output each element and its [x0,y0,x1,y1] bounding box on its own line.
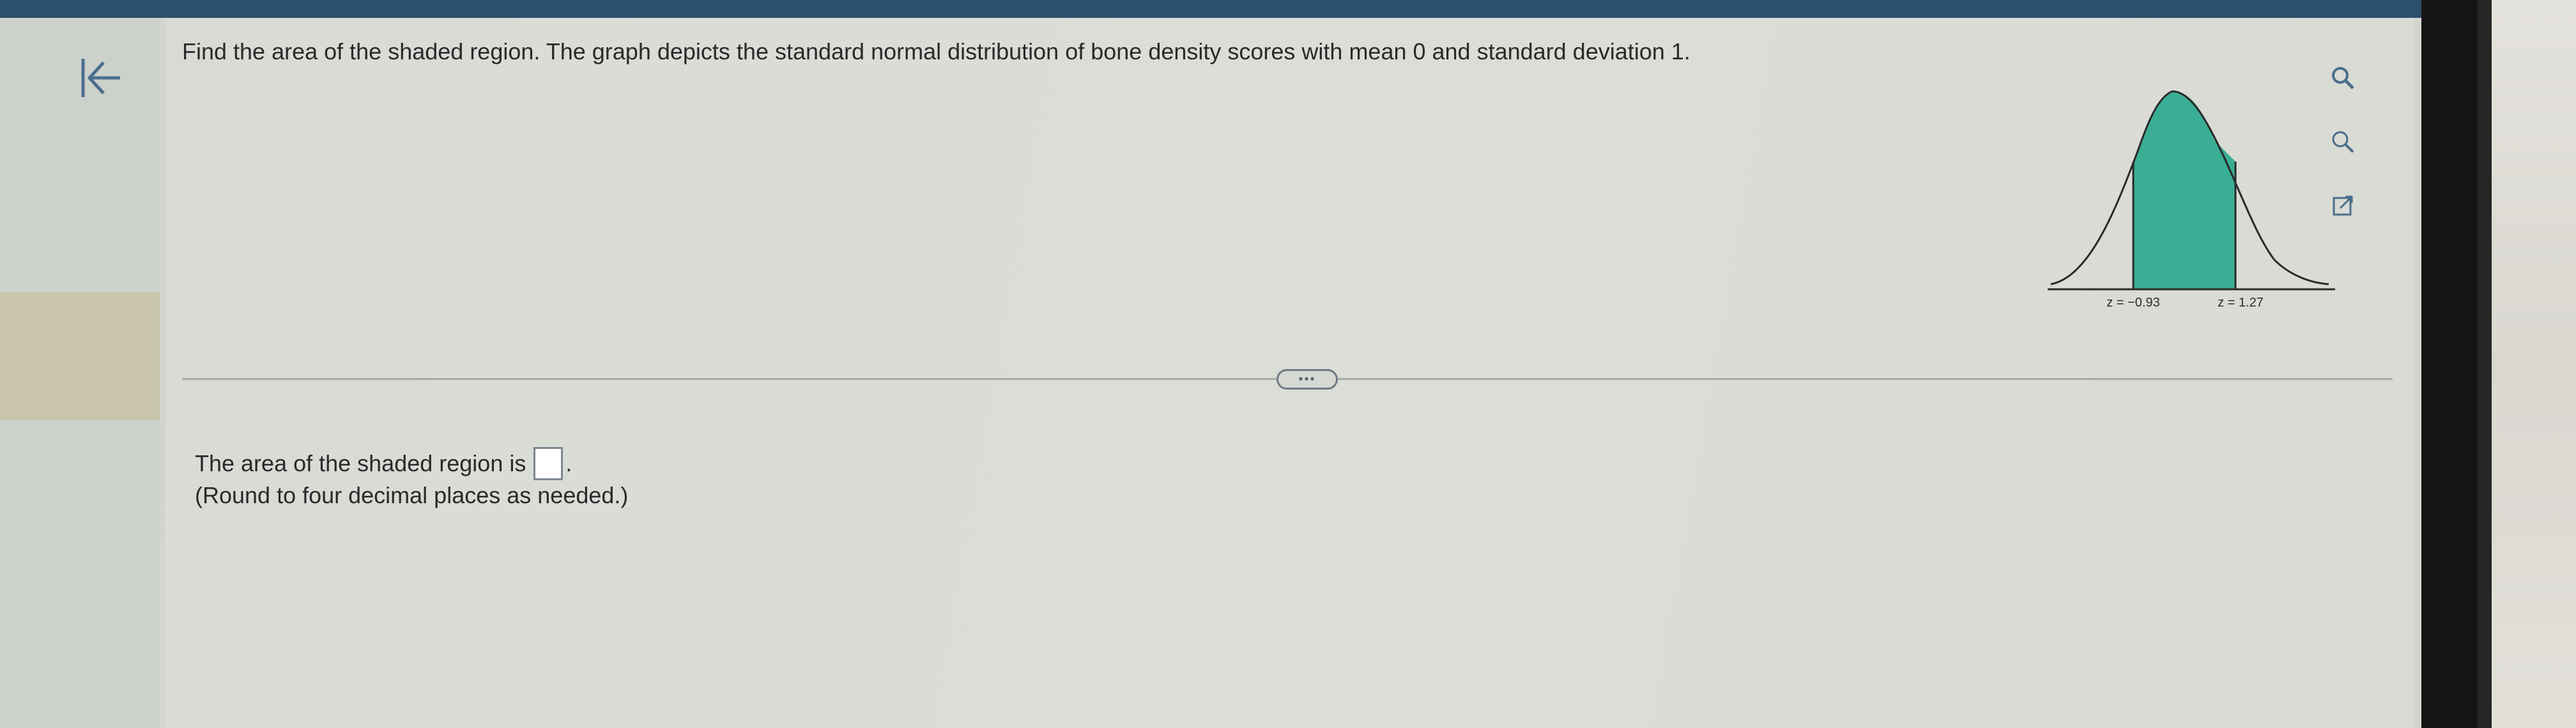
rounding-note: (Round to four decimal places as needed.… [195,482,629,508]
left-rail-band [0,292,160,420]
zoom-in-button[interactable] [2322,57,2363,98]
answer-line: The area of the shaded region is . [195,447,572,480]
back-to-start-icon [81,59,120,97]
back-to-start-button[interactable] [68,46,132,110]
screen: Find the area of the shaded region. The … [0,0,2421,728]
left-rail [0,18,160,728]
normal-distribution-graph: z = −0.93 z = 1.27 [2048,90,2335,310]
question-prompt: Find the area of the shaded region. The … [182,38,1690,64]
popout-button[interactable] [2322,185,2363,226]
expand-handle[interactable]: ••• [1276,369,1338,390]
monitor-bezel-edge [2478,0,2492,728]
zoom-out-icon [2332,131,2354,153]
popout-icon [2333,195,2353,216]
zoom-out-button[interactable] [2322,121,2363,162]
answer-prompt: The area of the shaded region is [195,450,526,476]
zoom-in-icon [2332,67,2354,89]
top-bar [0,0,2421,18]
background-surface [2492,0,2576,728]
answer-suffix: . [565,450,572,476]
left-z-label: z = −0.93 [2106,296,2159,310]
right-z-label: z = 1.27 [2218,296,2264,310]
answer-input[interactable] [533,447,564,480]
